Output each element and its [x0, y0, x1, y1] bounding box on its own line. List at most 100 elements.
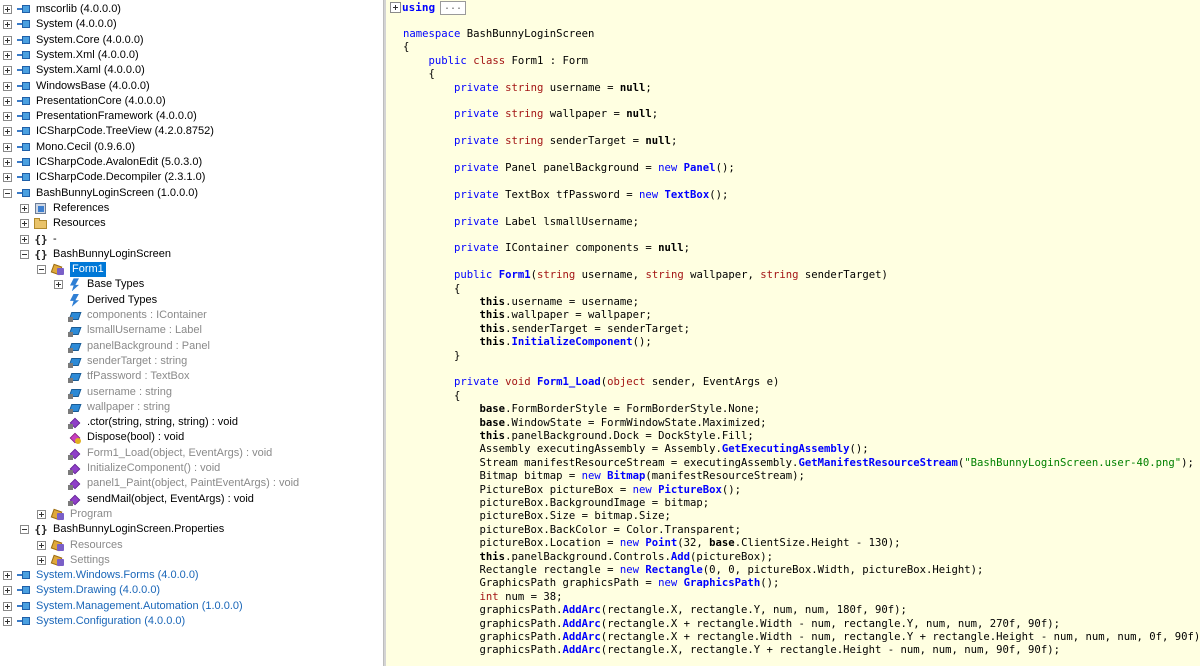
code-token: (rectangle.X, rectangle.Y, num, num, 180…: [600, 604, 907, 617]
code-token: ;: [670, 135, 678, 148]
tree-item[interactable]: mscorlib (4.0.0.0): [3, 2, 383, 17]
expand-icon[interactable]: [3, 601, 12, 611]
tree-item[interactable]: PresentationCore (4.0.0.0): [3, 94, 383, 109]
tree-item[interactable]: System.Windows.Forms (4.0.0.0): [3, 568, 383, 583]
code-token: senderTarget =: [543, 135, 646, 148]
tree-item[interactable]: System.Drawing (4.0.0.0): [3, 583, 383, 598]
tree-item[interactable]: InitializeComponent() : void: [54, 461, 383, 476]
tree-item[interactable]: {} -: [20, 232, 383, 247]
code-token: ();: [760, 577, 780, 590]
assembly-icon: [17, 125, 31, 138]
expand-icon[interactable]: [20, 203, 29, 213]
collapse-icon[interactable]: [37, 265, 46, 275]
collapse-icon[interactable]: [20, 525, 29, 535]
tree-item[interactable]: panelBackground : Panel: [54, 339, 383, 354]
tree-item[interactable]: {} BashBunnyLoginScreen.Properties: [20, 522, 383, 537]
tree-item[interactable]: System.Management.Automation (1.0.0.0): [3, 599, 383, 614]
tree-item[interactable]: References: [20, 201, 383, 216]
code-line: base.FormBorderStyle = FormBorderStyle.N…: [403, 403, 761, 416]
tree-item[interactable]: Derived Types: [54, 293, 383, 308]
tree-item-label: System.Core (4.0.0.0): [36, 33, 144, 46]
expand-icon[interactable]: [37, 509, 46, 519]
code-token: GraphicsPath: [683, 577, 761, 590]
tree-item[interactable]: username : string: [54, 385, 383, 400]
tree-item[interactable]: WindowsBase (4.0.0.0): [3, 79, 383, 94]
expand-icon[interactable]: [3, 35, 12, 45]
collapse-icon[interactable]: [20, 249, 29, 259]
tree-item[interactable]: System (4.0.0.0): [3, 17, 383, 32]
tree-item[interactable]: Mono.Cecil (0.9.6.0): [3, 140, 383, 155]
tree-item[interactable]: System.Core (4.0.0.0): [3, 33, 383, 48]
tree-item[interactable]: wallpaper : string: [54, 400, 383, 415]
tree-item[interactable]: PresentationFramework (4.0.0.0): [3, 109, 383, 124]
expand-icon[interactable]: [3, 112, 12, 122]
expand-icon[interactable]: [3, 5, 12, 14]
tree-item[interactable]: System.Xml (4.0.0.0): [3, 48, 383, 63]
collapsed-using-block[interactable]: ...: [440, 1, 467, 15]
class-icon: [51, 554, 65, 567]
tree-item[interactable]: lsmallUsername : Label: [54, 323, 383, 338]
code-token: .panelBackground.Controls.: [505, 550, 671, 563]
tree-item[interactable]: tfPassword : TextBox: [54, 369, 383, 384]
tree-item[interactable]: Form1: [37, 262, 383, 278]
assembly-icon: [17, 95, 31, 108]
expand-icon[interactable]: [20, 234, 29, 244]
code-token: pictureBox.Location =: [403, 537, 620, 550]
field-icon: [68, 324, 82, 338]
tree-item[interactable]: Dispose(bool) : void: [54, 430, 383, 445]
tree-item[interactable]: .ctor(string, string, string) : void: [54, 415, 383, 430]
expand-icon[interactable]: [3, 50, 12, 60]
expand-icon[interactable]: [37, 540, 46, 550]
tree-item[interactable]: ICSharpCode.Decompiler (2.3.1.0): [3, 170, 383, 185]
collapse-icon[interactable]: [3, 188, 12, 198]
code-line: pictureBox.Location = new Point(32, base…: [403, 537, 901, 550]
assembly-icon: [17, 584, 31, 597]
tree-item[interactable]: Form1_Load(object, EventArgs) : void: [54, 446, 383, 461]
expand-icon[interactable]: [3, 173, 12, 183]
expand-icon[interactable]: [3, 20, 12, 30]
expand-icon[interactable]: [3, 158, 12, 167]
code-editor[interactable]: using ... namespace BashBunnyLoginScreen…: [386, 0, 1200, 666]
tree-item[interactable]: Settings: [37, 553, 383, 568]
tree-item[interactable]: Program: [37, 507, 383, 522]
assembly-icon: [17, 141, 31, 154]
tree-item[interactable]: sendMail(object, EventArgs) : void: [54, 492, 383, 507]
tree-item[interactable]: BashBunnyLoginScreen (1.0.0.0): [3, 186, 383, 201]
tree-item[interactable]: ICSharpCode.AvalonEdit (5.0.3.0): [3, 155, 383, 170]
expand-icon[interactable]: [3, 66, 12, 76]
expand-icon[interactable]: [3, 127, 12, 137]
tree-item[interactable]: {} BashBunnyLoginScreen: [20, 247, 383, 262]
assembly-icon: [17, 64, 31, 77]
code-line: this.senderTarget = senderTarget;: [403, 323, 690, 336]
expand-icon[interactable]: [3, 617, 12, 626]
expand-icon[interactable]: [3, 571, 12, 581]
tree-item[interactable]: components : IContainer: [54, 308, 383, 323]
code-token: username,: [575, 269, 646, 282]
code-token: (rectangle.X + rectangle.Width - num, re…: [600, 617, 1060, 630]
tree-item-label: username : string: [87, 385, 172, 398]
code-token: senderTarget): [798, 269, 888, 282]
code-line: private Label lsmallUsername;: [403, 216, 639, 229]
tree-item[interactable]: panel1_Paint(object, PaintEventArgs) : v…: [54, 476, 383, 491]
expand-icon[interactable]: [37, 555, 46, 565]
tree-item[interactable]: Resources: [37, 538, 383, 553]
tree-item[interactable]: Resources: [20, 216, 383, 231]
expand-icon[interactable]: [3, 81, 12, 91]
expand-using-icon[interactable]: [390, 2, 401, 13]
tree-item[interactable]: senderTarget : string: [54, 354, 383, 369]
tree-item[interactable]: ICSharpCode.TreeView (4.2.0.8752): [3, 124, 383, 139]
expand-icon[interactable]: [3, 586, 12, 596]
expand-icon[interactable]: [20, 219, 29, 229]
expand-icon[interactable]: [3, 142, 12, 152]
code-token: .username = username;: [505, 296, 639, 308]
expand-icon[interactable]: [54, 280, 63, 290]
tree-item-label: Resources: [53, 217, 106, 230]
tree-item[interactable]: System.Configuration (4.0.0.0): [3, 614, 383, 629]
tree-item[interactable]: Base Types: [54, 277, 383, 292]
expand-icon[interactable]: [3, 96, 12, 106]
tree-item[interactable]: System.Xaml (4.0.0.0): [3, 63, 383, 78]
code-token: .wallpaper = wallpaper;: [505, 309, 652, 322]
